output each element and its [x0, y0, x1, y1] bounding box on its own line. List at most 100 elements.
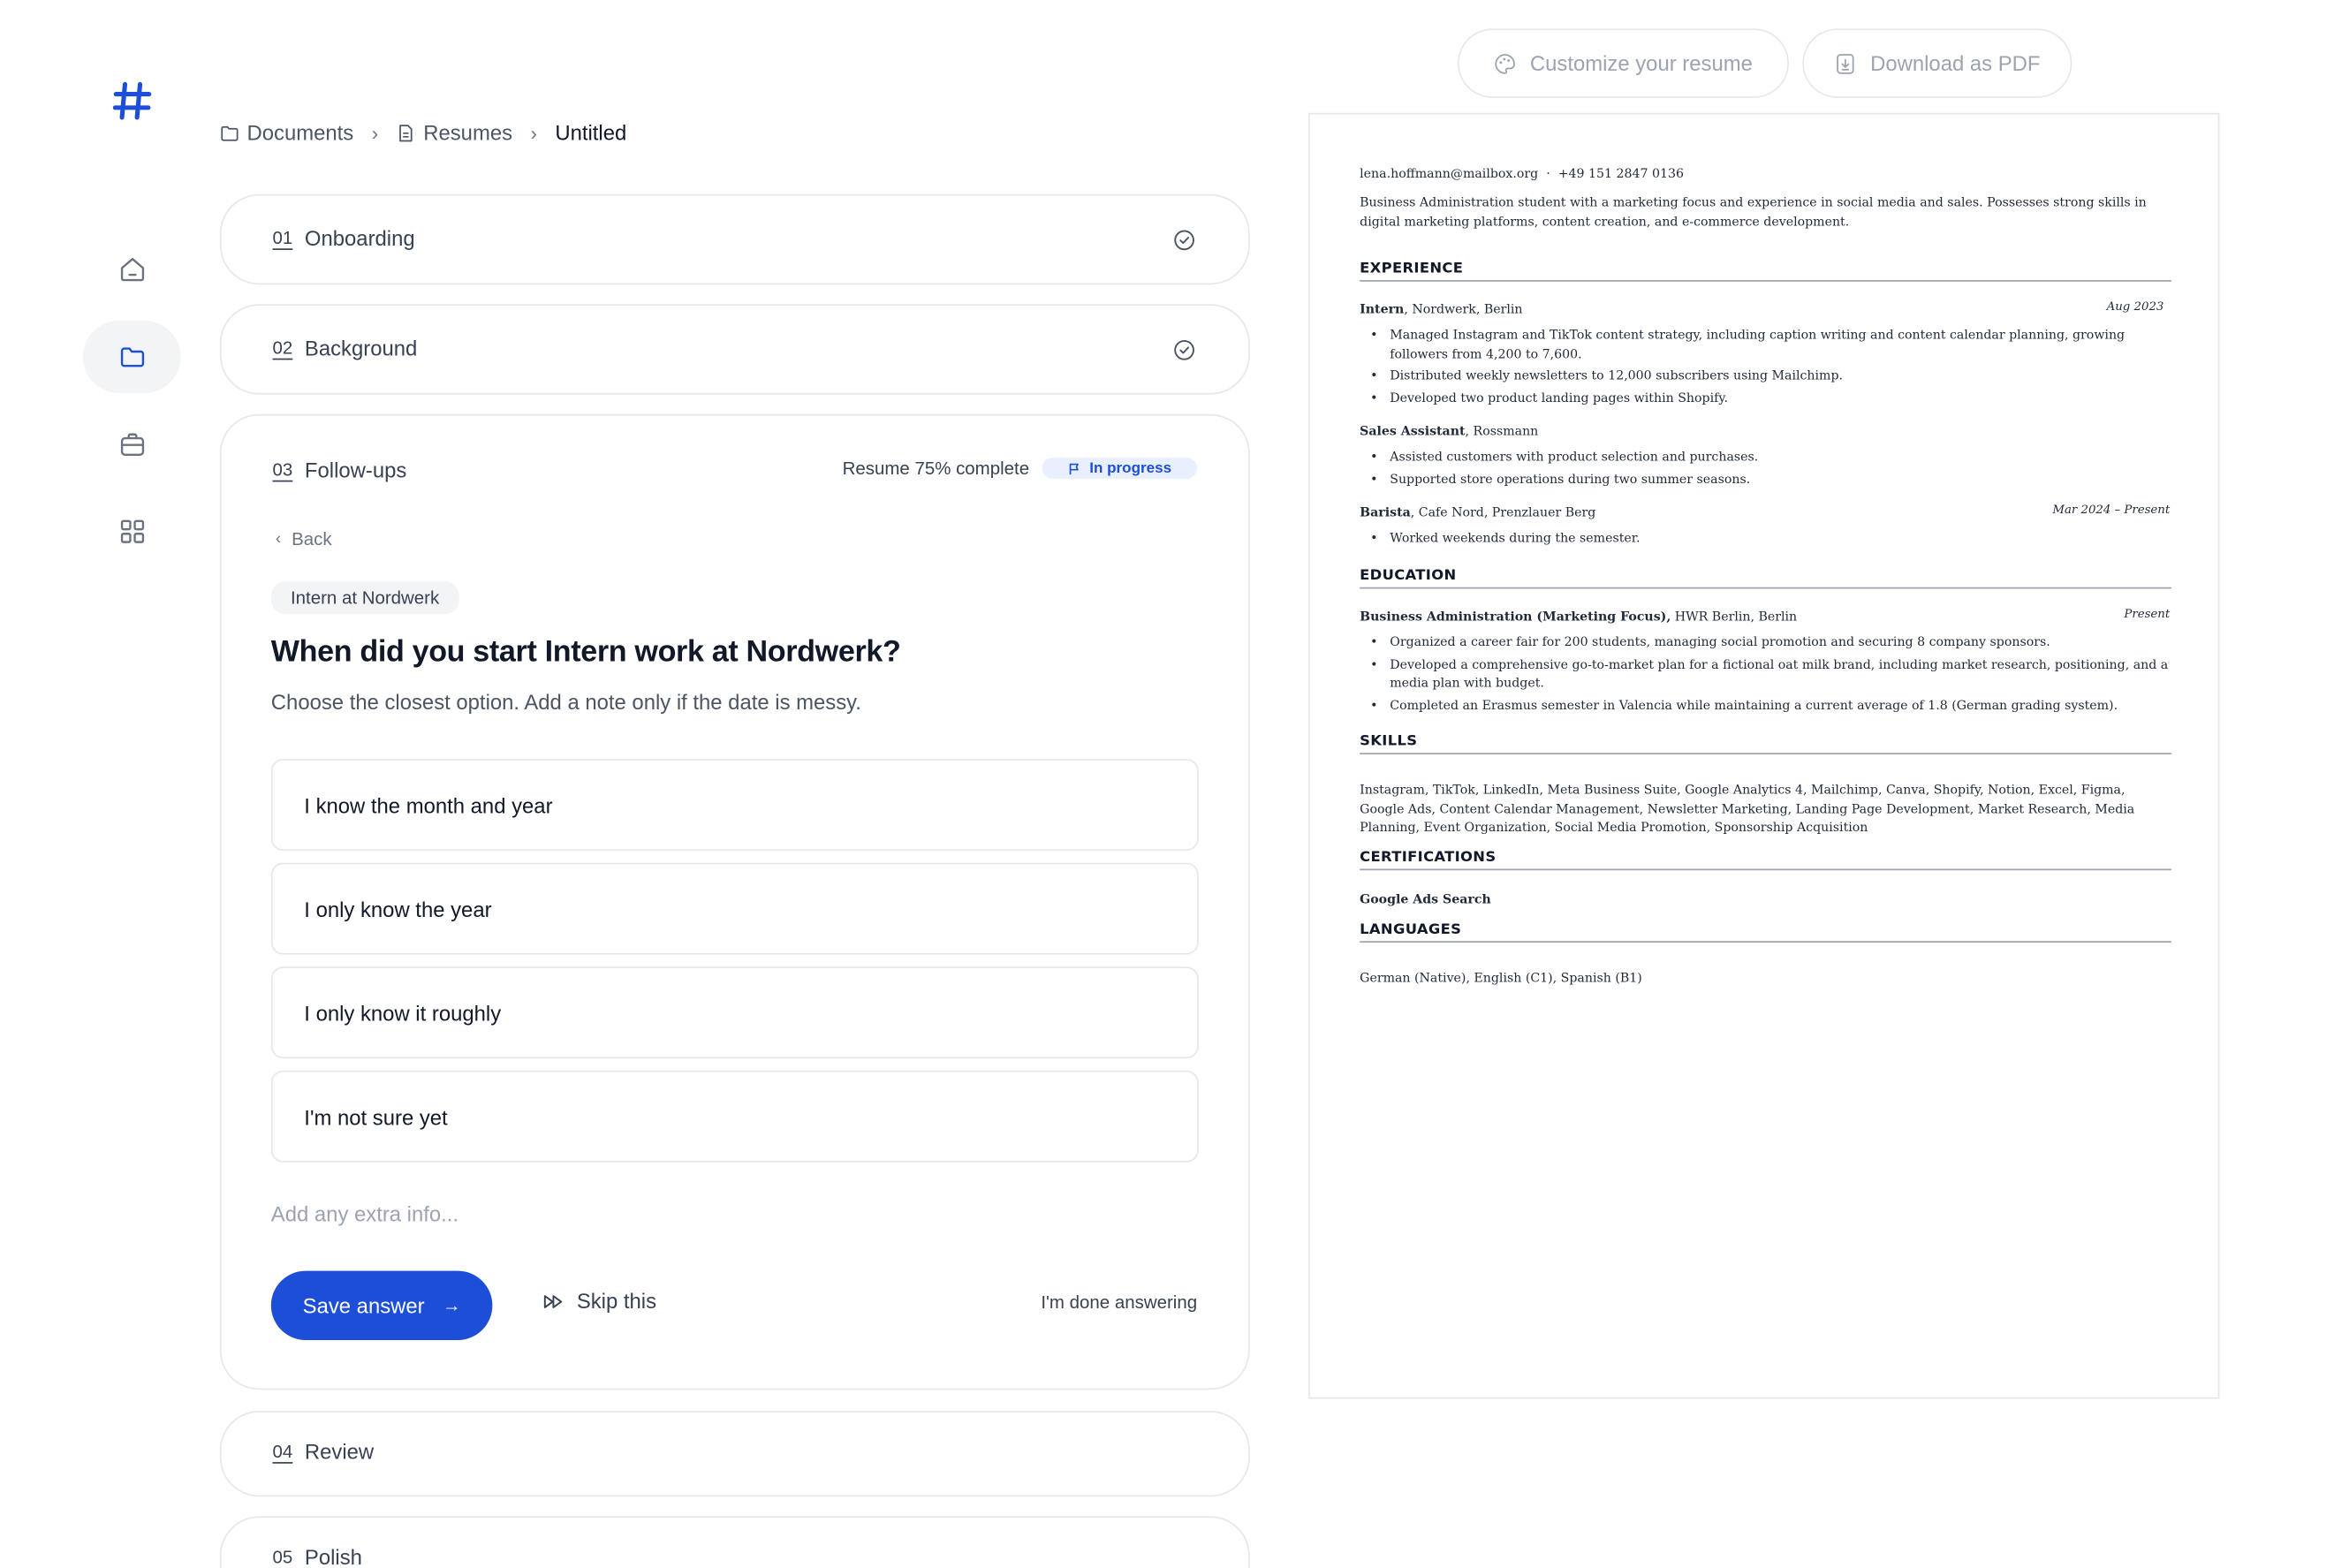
step-title: Follow-ups	[304, 458, 407, 482]
job-role: Sales Assistant	[1360, 422, 1466, 439]
download-file-icon	[1837, 53, 1854, 73]
resume-job-bullets: Managed Instagram and TikTok content str…	[1370, 325, 2174, 409]
chevron-right-icon: ›	[530, 121, 537, 144]
step-header: 02 Background	[273, 336, 418, 360]
resume-phone: +49 151 2847 0136	[1557, 165, 1685, 181]
document-icon	[399, 124, 413, 141]
resume-job-date: Mar 2024 – Present	[2052, 503, 2171, 517]
done-answering-button[interactable]: I'm done answering	[1041, 1292, 1197, 1313]
question-title: When did you start Intern work at Nordwe…	[270, 635, 901, 669]
home-nav-button[interactable]	[83, 233, 181, 306]
step-title: Onboarding	[304, 225, 415, 250]
chevron-left-icon: ‹	[275, 529, 282, 549]
breadcrumb-label: Resumes	[423, 120, 513, 145]
resume-job-title: Barista, Cafe Nord, Prenzlauer Berg	[1360, 503, 1595, 521]
download-label: Download as PDF	[1870, 50, 2041, 76]
resume-languages: German (Native), English (C1), Spanish (…	[1360, 969, 1642, 985]
resume-email: lena.hoffmann@mailbox.org	[1360, 165, 1539, 181]
status-badge: In progress	[1041, 458, 1198, 480]
resume-bullet: Assisted customers with product selectio…	[1370, 447, 2174, 466]
option-year-only[interactable]: I only know the year	[270, 862, 1199, 955]
option-roughly[interactable]: I only know it roughly	[270, 966, 1199, 1059]
breadcrumb-label: Untitled	[555, 120, 627, 145]
job-role: Intern	[1360, 300, 1405, 316]
resume-section-education: EDUCATION	[1360, 568, 2171, 589]
check-circle-icon	[1174, 339, 1194, 360]
step-background[interactable]: 02 Background	[219, 304, 1250, 395]
option-month-year[interactable]: I know the month and year	[270, 759, 1199, 852]
home-icon	[120, 257, 144, 282]
job-org: , Nordwerk, Berlin	[1404, 300, 1523, 316]
status-badge-label: In progress	[1089, 459, 1172, 477]
grid-icon	[120, 519, 144, 543]
resume-bullet: Developed a comprehensive go-to-market p…	[1370, 655, 2174, 693]
back-button[interactable]: ‹ Back	[276, 528, 332, 549]
save-answer-label: Save answer	[302, 1293, 425, 1318]
job-role: Barista	[1360, 504, 1411, 520]
progress-text: Resume 75% complete	[842, 458, 1030, 480]
download-pdf-button[interactable]: Download as PDF	[1802, 28, 2073, 98]
extra-info-input[interactable]: Add any extra info...	[271, 1201, 458, 1225]
resume-section-languages: LANGUAGES	[1360, 921, 2171, 943]
check-circle-icon	[1174, 230, 1194, 251]
resume-job-bullets: Worked weekends during the semester.	[1370, 528, 2174, 550]
resume-section-skills: SKILLS	[1360, 733, 2171, 754]
job-org: , Rossmann	[1465, 422, 1539, 439]
step-title: Polish	[304, 1544, 362, 1568]
step-polish[interactable]: 05 Polish	[219, 1516, 1250, 1568]
school: HWR Berlin, Berlin	[1671, 608, 1798, 624]
breadcrumb-current: Untitled	[555, 120, 626, 144]
resume-skills: Instagram, TikTok, LinkedIn, Meta Busine…	[1360, 781, 2135, 835]
resume-bullet: Developed two product landing pages with…	[1370, 388, 2174, 406]
step-number: 05	[272, 1546, 293, 1568]
degree: Business Administration (Marketing Focus…	[1360, 608, 1671, 624]
resume-bullet: Completed an Erasmus semester in Valenci…	[1370, 695, 2174, 714]
context-chip: Intern at Nordwerk	[270, 580, 459, 615]
step-number: 03	[272, 458, 293, 481]
folder-icon	[120, 347, 144, 367]
resume-summary: Business Administration student with a m…	[1360, 193, 2147, 229]
apps-nav-button[interactable]	[83, 496, 181, 568]
briefcase-icon	[120, 433, 144, 456]
customize-resume-button[interactable]: Customize your resume	[1457, 28, 1789, 98]
step-onboarding[interactable]: 01 Onboarding	[219, 193, 1250, 285]
resume-bullet: Distributed weekly newsletters to 12,000…	[1370, 366, 2174, 384]
skip-button[interactable]: Skip this	[542, 1289, 656, 1313]
flag-icon	[1068, 462, 1079, 474]
breadcrumb: Documents › Resumes › Untitled	[220, 120, 626, 145]
resume-contact: lena.hoffmann@mailbox.org · +49 151 2847…	[1360, 165, 1685, 181]
documents-nav-button[interactable]	[82, 321, 181, 393]
skip-label: Skip this	[576, 1289, 657, 1314]
job-org: , Cafe Nord, Prenzlauer Berg	[1410, 504, 1596, 520]
step-header: 04 Review	[273, 1440, 375, 1464]
customize-label: Customize your resume	[1529, 50, 1753, 76]
resume-bullet: Supported store operations during two su…	[1370, 469, 2174, 488]
resume-job-bullets: Assisted customers with product selectio…	[1370, 447, 2174, 490]
save-answer-button[interactable]: Save answer →	[270, 1270, 493, 1341]
resume-bullet: Managed Instagram and TikTok content str…	[1370, 325, 2174, 363]
resume-job-title: Sales Assistant, Rossmann	[1360, 421, 1538, 440]
chevron-right-icon: ›	[371, 121, 379, 144]
question-subtitle: Choose the closest option. Add a note on…	[270, 689, 861, 714]
back-label: Back	[292, 528, 332, 550]
resume-job-title: Intern, Nordwerk, Berlin	[1360, 299, 1522, 318]
option-not-sure[interactable]: I'm not sure yet	[270, 1070, 1199, 1163]
breadcrumb-documents[interactable]: Documents	[220, 120, 354, 145]
resume-education-title: Business Administration (Marketing Focus…	[1360, 607, 1797, 625]
resume-preview: lena.hoffmann@mailbox.org · +49 151 2847…	[1308, 112, 2220, 1399]
breadcrumb-resumes[interactable]: Resumes	[397, 120, 513, 145]
folder-icon	[221, 125, 239, 140]
resume-education-date: Present	[2124, 606, 2171, 621]
step-number: 04	[272, 1441, 293, 1463]
resume-bullet: Organized a career fair for 200 students…	[1370, 633, 2174, 651]
step-review[interactable]: 04 Review	[219, 1411, 1250, 1497]
step-header: 05 Polish	[273, 1545, 362, 1568]
breadcrumb-label: Documents	[246, 120, 354, 145]
palette-icon	[1495, 53, 1516, 73]
resume-job-date: Aug 2023	[2106, 299, 2164, 314]
progress-meta: Resume 75% complete In progress	[842, 458, 1198, 480]
step-header: 03 Follow-ups	[273, 458, 407, 481]
step-title: Background	[304, 336, 418, 360]
hashtag-logo-icon[interactable]	[111, 80, 154, 122]
jobs-nav-button[interactable]	[83, 408, 181, 481]
